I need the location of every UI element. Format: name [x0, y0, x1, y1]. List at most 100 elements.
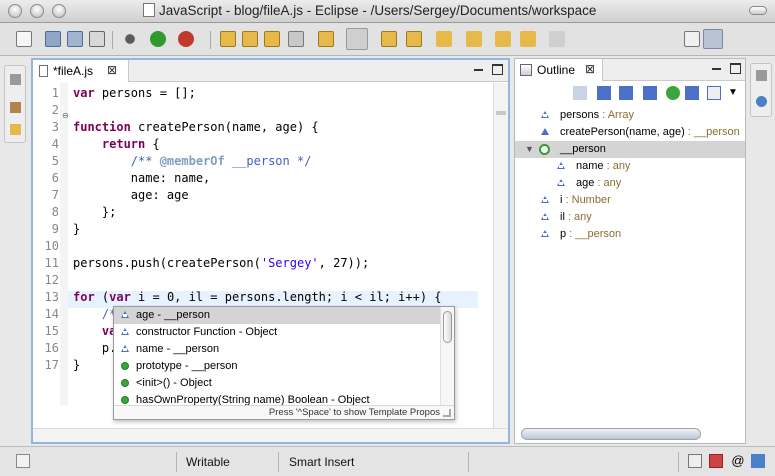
content-assist-item[interactable]: age - __person — [114, 307, 440, 324]
progress-icon[interactable] — [751, 454, 765, 468]
scroll-thumb[interactable] — [443, 311, 452, 343]
at-sign-icon[interactable]: @ — [731, 454, 745, 468]
fast-view-icon[interactable] — [16, 454, 30, 468]
outline-item[interactable]: name : any — [515, 158, 745, 175]
expander-icon[interactable]: ▼ — [525, 141, 534, 158]
code-line[interactable]: for (var i = 0, il = persons.length; i <… — [73, 289, 442, 306]
hide-static-icon[interactable] — [619, 86, 633, 100]
minimize-window-button[interactable] — [30, 4, 44, 18]
tab-outline[interactable]: Outline ⊠ — [515, 59, 603, 81]
code-line[interactable]: var persons = []; — [73, 85, 196, 102]
restore-status-icon[interactable] — [688, 454, 702, 468]
hierarchy-icon[interactable] — [10, 102, 21, 113]
outline-tab-bar: Outline ⊠ — [515, 59, 745, 81]
outline-item-name: age — [576, 177, 595, 189]
resize-grip-icon[interactable] — [443, 409, 451, 417]
hide-local-types-icon[interactable] — [666, 86, 680, 100]
outline-item[interactable]: p : __person — [515, 226, 745, 243]
field-icon — [541, 111, 549, 118]
outline-item[interactable]: i : Number — [515, 192, 745, 209]
outline-horizontal-scrollbar[interactable] — [521, 428, 701, 440]
code-line[interactable]: function createPerson(name, age) { — [73, 119, 319, 136]
code-token: } — [73, 358, 81, 372]
code-token: ( — [94, 290, 110, 304]
next-annotation-icon[interactable] — [436, 31, 452, 47]
restore-right-icon[interactable] — [756, 70, 767, 81]
content-assist-footer: Press '^Space' to show Template Propos — [114, 405, 454, 419]
outline-item[interactable]: ▼ __person — [515, 141, 745, 158]
code-line[interactable]: persons.push(createPerson('Sergey', 27))… — [73, 255, 369, 272]
code-line[interactable]: /** @memberOf __person */ — [73, 153, 312, 170]
external-tools-icon[interactable] — [178, 31, 194, 47]
outline-item[interactable]: il : any — [515, 209, 745, 226]
hide-non-public-icon[interactable] — [643, 86, 657, 100]
forward-icon[interactable] — [549, 31, 565, 47]
save-all-icon[interactable] — [67, 31, 83, 47]
view-menu-icon[interactable]: ▼ — [728, 86, 742, 100]
tasks-icon[interactable] — [709, 454, 723, 468]
debug-icon[interactable] — [122, 31, 138, 47]
code-token: i = 0, il = persons.length; i < il; i++)… — [130, 290, 442, 304]
outline-item-type: : any — [564, 211, 592, 223]
open-perspective-icon[interactable] — [684, 31, 700, 47]
toolbar-toggle-button[interactable] — [749, 6, 767, 15]
print-icon[interactable] — [89, 31, 105, 47]
code-token: 'Sergey' — [260, 256, 319, 270]
field-icon — [541, 196, 549, 203]
close-window-button[interactable] — [8, 4, 22, 18]
minimize-editor-button[interactable] — [473, 64, 484, 75]
zoom-window-button[interactable] — [52, 4, 66, 18]
field-triangle-icon — [121, 328, 129, 335]
code-line[interactable]: name: name, — [73, 170, 210, 187]
new-icon[interactable] — [16, 31, 32, 47]
editor-horizontal-scrollbar[interactable] — [33, 428, 508, 442]
maximize-outline-button[interactable] — [730, 63, 741, 74]
maximize-editor-button[interactable] — [492, 64, 503, 75]
edit-icon[interactable] — [381, 31, 397, 47]
writable-status: Writable — [186, 455, 230, 469]
content-assist-item[interactable]: name - __person — [114, 341, 440, 358]
code-line[interactable]: } — [73, 357, 80, 374]
outline-item[interactable]: age : any — [515, 175, 745, 192]
code-line[interactable]: }; — [73, 204, 116, 221]
collapse-all-icon[interactable] — [707, 86, 721, 100]
outline-panel: Outline ⊠ ▼ persons : Array createPerson(… — [514, 58, 746, 444]
open-resource-icon[interactable] — [264, 31, 280, 47]
tab-filea-js[interactable]: *fileA.js ⊠ — [33, 60, 129, 82]
content-assist-item[interactable]: constructor Function - Object — [114, 324, 440, 341]
outline-item[interactable]: persons : Array — [515, 107, 745, 124]
link-with-editor-icon[interactable] — [685, 86, 699, 100]
restore-icon[interactable] — [10, 74, 21, 85]
last-edit-icon[interactable] — [495, 31, 511, 47]
annotation-icon[interactable] — [406, 31, 422, 47]
fold-collapse-icon[interactable]: ⊖ — [62, 111, 69, 120]
toggle-mark-occurrences-icon[interactable] — [346, 28, 368, 50]
content-assist-item[interactable]: <init>() - Object — [114, 375, 440, 392]
sort-icon[interactable] — [573, 86, 587, 100]
window-title-text: JavaScript - blog/fileA.js - Eclipse - /… — [159, 3, 597, 18]
back-icon[interactable] — [520, 31, 536, 47]
content-assist-scrollbar[interactable] — [440, 307, 454, 405]
hide-fields-icon[interactable] — [597, 86, 611, 100]
open-type-icon[interactable] — [242, 31, 258, 47]
save-icon[interactable] — [45, 31, 61, 47]
web-browser-icon[interactable] — [756, 96, 767, 107]
package-explorer-icon[interactable] — [10, 124, 21, 135]
content-assist-item-label: name - __person — [136, 343, 220, 355]
content-assist-item[interactable]: prototype - __person — [114, 358, 440, 375]
editor-vertical-scrollbar[interactable] — [493, 83, 508, 428]
outline-item[interactable]: createPerson(name, age) : __person — [515, 124, 745, 141]
open-folder-icon[interactable] — [220, 31, 236, 47]
code-line[interactable]: return { — [73, 136, 160, 153]
pin-icon[interactable] — [288, 31, 304, 47]
minimize-outline-button[interactable] — [711, 63, 722, 74]
code-line[interactable]: } — [73, 221, 80, 238]
outline-item-label: il : any — [560, 209, 592, 226]
folder-icon[interactable] — [318, 31, 334, 47]
previous-annotation-icon[interactable] — [466, 31, 482, 47]
code-line[interactable]: age: age — [73, 187, 189, 204]
close-tab-icon[interactable]: ⊠ — [107, 63, 117, 77]
close-outline-icon[interactable]: ⊠ — [585, 62, 595, 76]
javascript-perspective-icon[interactable] — [703, 29, 723, 49]
run-icon[interactable] — [150, 31, 166, 47]
